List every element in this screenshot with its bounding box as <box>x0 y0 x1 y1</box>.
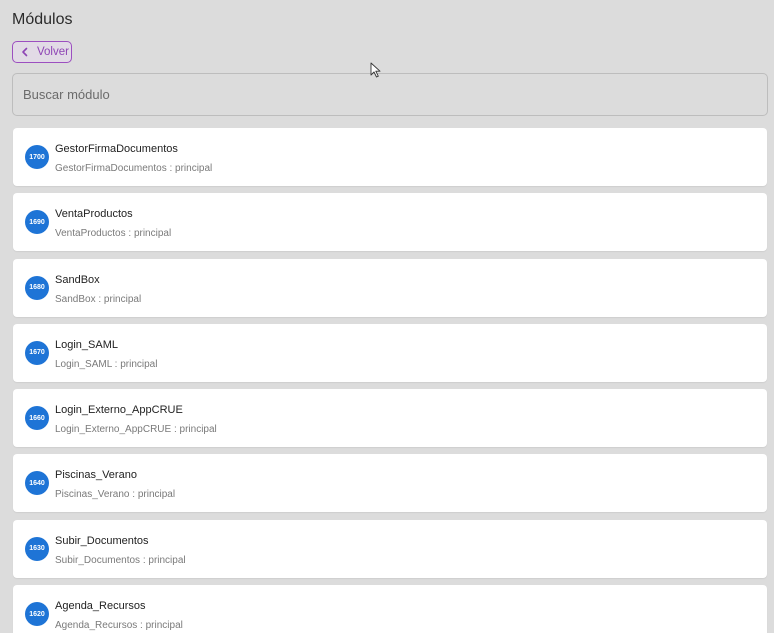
module-item[interactable]: 1630 Subir_Documentos Subir_Documentos :… <box>13 519 767 578</box>
module-item[interactable]: 1670 Login_SAML Login_SAML : principal <box>13 323 767 382</box>
module-subtitle: Agenda_Recursos : principal <box>55 620 183 632</box>
back-button[interactable]: Volver <box>12 41 72 63</box>
module-subtitle: SandBox : principal <box>55 293 142 305</box>
module-list: 1700 GestorFirmaDocumentos GestorFirmaDo… <box>13 128 767 633</box>
module-item[interactable]: 1660 Login_Externo_AppCRUE Login_Externo… <box>13 389 767 448</box>
module-subtitle: Login_Externo_AppCRUE : principal <box>55 424 217 436</box>
mouse-pointer-icon <box>370 62 381 78</box>
module-item[interactable]: 1700 GestorFirmaDocumentos GestorFirmaDo… <box>13 128 767 186</box>
module-subtitle: VentaProductos : principal <box>55 228 172 240</box>
module-id-badge: 1640 <box>25 471 49 496</box>
module-name: Login_Externo_AppCRUE <box>55 404 183 417</box>
module-id-badge: 1630 <box>25 536 49 561</box>
module-id-badge: 1680 <box>25 275 49 300</box>
module-id-badge: 1620 <box>25 602 49 627</box>
module-subtitle: Subir_Documentos : principal <box>55 554 186 566</box>
module-name: VentaProductos <box>55 208 133 221</box>
module-name: Piscinas_Verano <box>55 469 137 482</box>
search-input[interactable] <box>12 73 768 116</box>
chevron-left-icon <box>21 45 31 59</box>
module-item[interactable]: 1620 Agenda_Recursos Agenda_Recursos : p… <box>13 585 767 633</box>
module-name: GestorFirmaDocumentos <box>55 143 178 155</box>
module-item[interactable]: 1640 Piscinas_Verano Piscinas_Verano : p… <box>13 454 767 513</box>
module-name: Login_SAML <box>55 338 118 351</box>
module-id-badge: 1690 <box>25 210 49 235</box>
modules-page: Módulos Volver 1700 GestorFirmaDocumento… <box>0 0 774 633</box>
page-title: Módulos <box>12 11 73 28</box>
module-id-badge: 1700 <box>25 145 49 169</box>
module-item[interactable]: 1680 SandBox SandBox : principal <box>13 258 767 317</box>
module-name: Subir_Documentos <box>55 534 149 547</box>
module-id-badge: 1660 <box>25 406 49 431</box>
module-name: Agenda_Recursos <box>55 600 146 613</box>
module-name: SandBox <box>55 273 100 286</box>
back-button-label: Volver <box>37 46 69 58</box>
module-subtitle: GestorFirmaDocumentos : principal <box>55 163 213 174</box>
module-item[interactable]: 1690 VentaProductos VentaProductos : pri… <box>13 193 767 252</box>
module-id-badge: 1670 <box>25 340 49 365</box>
module-subtitle: Piscinas_Verano : principal <box>55 489 176 501</box>
module-subtitle: Login_SAML : principal <box>55 358 158 370</box>
